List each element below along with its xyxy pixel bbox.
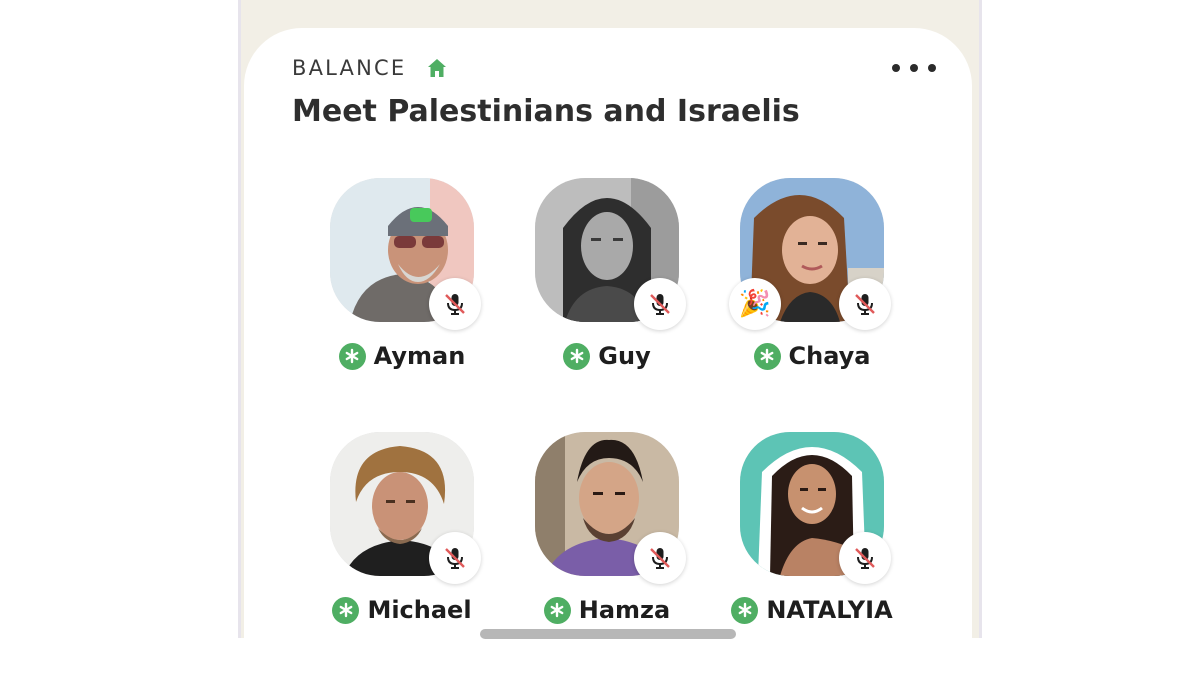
speaker-name: Chaya [788,342,871,370]
moderator-icon [563,342,591,370]
muted-mic-badge [634,278,686,330]
room-card: BALANCE Meet Palestinians and Israelis A… [244,28,972,668]
speaker-name: Guy [598,342,651,370]
speaker-guy[interactable]: Guy [507,178,707,388]
speaker-name: NATALYIA [766,596,893,624]
muted-mic-icon [650,294,670,315]
speaker-natalyia[interactable]: NATALYIA [712,432,912,642]
muted-mic-icon [855,548,875,569]
room-title: Meet Palestinians and Israelis [292,94,800,129]
moderator-icon [332,596,360,624]
more-dot-icon [892,64,900,72]
speaker-name: Ayman [373,342,466,370]
muted-mic-badge [839,278,891,330]
speaker-michael[interactable]: Michael [302,432,502,642]
moderator-icon [731,596,759,624]
moderator-icon [338,342,366,370]
more-options-button[interactable] [892,58,936,78]
speaker-ayman[interactable]: Ayman [302,178,502,388]
moderator-icon [543,596,571,624]
party-popper-icon: 🎉 [738,289,772,319]
more-dot-icon [928,64,936,72]
speaker-name-row: Guy [507,342,707,370]
club-name: BALANCE [292,56,407,80]
muted-mic-badge [634,532,686,584]
muted-mic-icon [445,548,465,569]
party-popper-badge: 🎉 [729,278,781,330]
muted-mic-badge [839,532,891,584]
speaker-name-row: Ayman [302,342,502,370]
muted-mic-icon [445,294,465,315]
speaker-hamza[interactable]: Hamza [507,432,707,642]
home-indicator[interactable] [480,629,736,639]
muted-mic-icon [855,294,875,315]
muted-mic-badge [429,278,481,330]
speaker-name: Michael [367,596,472,624]
moderator-icon [753,342,781,370]
speaker-name-row: Michael [302,596,502,624]
house-icon [426,57,448,79]
speaker-chaya[interactable]: 🎉 Chaya [712,178,912,388]
club-header[interactable]: BALANCE [292,56,448,80]
speaker-name: Hamza [578,596,671,624]
more-dot-icon [910,64,918,72]
speaker-name-row: Hamza [507,596,707,624]
muted-mic-badge [429,532,481,584]
muted-mic-icon [650,548,670,569]
speaker-name-row: Chaya [712,342,912,370]
speaker-name-row: NATALYIA [712,596,912,624]
